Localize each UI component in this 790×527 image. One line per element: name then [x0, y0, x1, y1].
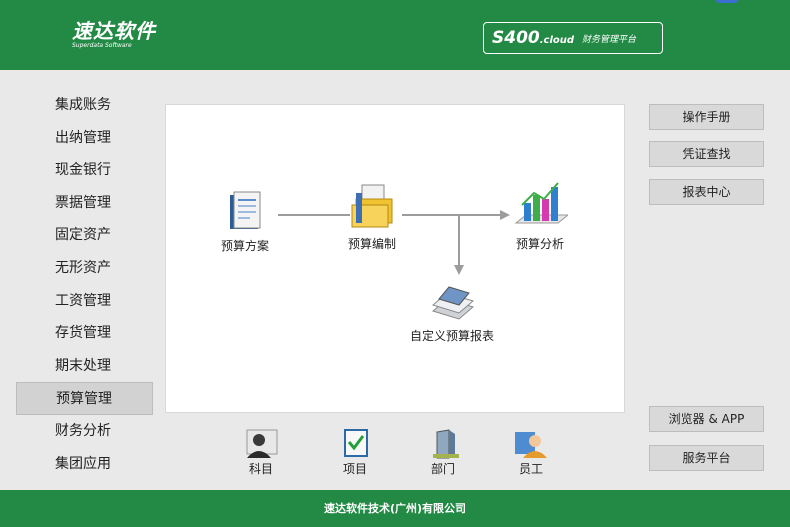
bar-chart-icon — [514, 182, 568, 224]
sidebar-item-cashier[interactable]: 出纳管理 — [16, 122, 153, 155]
flow-connector — [278, 214, 350, 216]
sidebar-menu: 集成账务 出纳管理 现金银行 票据管理 固定资产 无形资产 工资管理 存货管理 … — [16, 89, 153, 480]
flow-connector — [458, 215, 460, 267]
employee-item[interactable]: 员工 — [506, 428, 556, 477]
voucher-search-button[interactable]: 凭证查找 — [649, 141, 764, 167]
building-icon — [433, 429, 459, 459]
arrow-right-icon — [500, 210, 510, 220]
budget-analysis-node[interactable]: 预算分析 — [512, 179, 568, 252]
sidebar-item-cash-bank[interactable]: 现金银行 — [16, 154, 153, 187]
budget-analysis-label: 预算分析 — [515, 237, 564, 251]
browser-app-button[interactable]: 浏览器 & APP — [649, 406, 764, 432]
sidebar-item-bills[interactable]: 票据管理 — [16, 187, 153, 220]
sidebar-item-payroll[interactable]: 工资管理 — [16, 285, 153, 318]
product-name: S400.cloud — [492, 28, 575, 48]
sidebar-item-integrated-accounts[interactable]: 集成账务 — [16, 89, 153, 122]
manual-button[interactable]: 操作手册 — [649, 104, 764, 130]
product-badge: S400.cloud 财务管理平台 — [483, 22, 663, 54]
document-icon — [230, 191, 261, 229]
department-item[interactable]: 部门 — [418, 428, 468, 477]
person-suit-icon — [246, 429, 278, 458]
budget-plan-label: 预算方案 — [220, 239, 269, 253]
account-label: 科目 — [248, 462, 273, 476]
employee-icon — [515, 432, 547, 458]
sidebar-item-group[interactable]: 集团应用 — [16, 448, 153, 481]
product-desc: 财务管理平台 — [582, 34, 637, 45]
folder-icon — [351, 184, 393, 228]
report-center-button[interactable]: 报表中心 — [649, 179, 764, 205]
sidebar-item-inventory[interactable]: 存货管理 — [16, 317, 153, 350]
logo-main: 速达软件 — [72, 19, 156, 43]
checklist-icon — [344, 429, 368, 457]
budget-plan-node[interactable]: 预算方案 — [220, 189, 270, 254]
report-stack-icon — [431, 286, 475, 320]
sidebar-item-fixed-assets[interactable]: 固定资产 — [16, 219, 153, 252]
employee-label: 员工 — [518, 462, 543, 476]
cloud-icon[interactable] — [715, 0, 739, 3]
project-label: 项目 — [342, 462, 367, 476]
custom-report-label: 自定义预算报表 — [410, 329, 495, 343]
custom-report-node[interactable]: 自定义预算报表 — [410, 281, 494, 344]
logo-sub: Superdata Software — [72, 42, 132, 49]
arrow-down-icon — [454, 265, 464, 275]
footer-company: 速达软件技术(广州)有限公司 — [0, 490, 790, 527]
flow-connector — [402, 214, 502, 216]
top-banner: 速达软件 Superdata Software S400.cloud 财务管理平… — [0, 0, 790, 70]
budget-compile-node[interactable]: 预算编制 — [344, 183, 400, 252]
sidebar-item-intangible-assets[interactable]: 无形资产 — [16, 252, 153, 285]
logo: 速达软件 Superdata Software — [72, 20, 156, 50]
budget-compile-label: 预算编制 — [347, 237, 396, 251]
budget-flow-panel: 预算方案 预算编制 预算分析 自定义预算报表 — [165, 104, 625, 413]
project-item[interactable]: 项目 — [330, 428, 380, 477]
department-label: 部门 — [430, 462, 455, 476]
sidebar-item-budget[interactable]: 预算管理 — [16, 382, 153, 415]
service-platform-button[interactable]: 服务平台 — [649, 445, 764, 471]
account-item[interactable]: 科目 — [236, 428, 286, 477]
sidebar-item-period-end[interactable]: 期末处理 — [16, 350, 153, 383]
sidebar-item-financial-analysis[interactable]: 财务分析 — [16, 415, 153, 448]
